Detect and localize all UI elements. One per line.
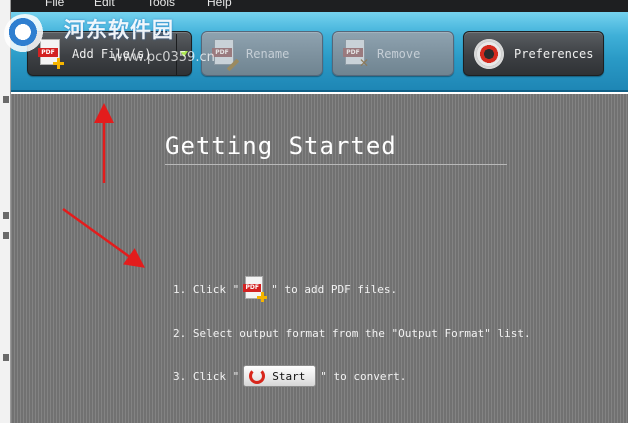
menu-help[interactable]: Help — [207, 0, 232, 9]
refresh-icon — [249, 368, 266, 384]
start-label: Start — [272, 369, 306, 383]
step-2-text: 2. Select output format from the "Output… — [173, 327, 531, 340]
preferences-label: Preferences — [514, 46, 594, 61]
remove-label: Remove — [377, 46, 421, 61]
menu-bar: File Edit Tools Help — [11, 0, 628, 12]
step-1-prefix: 1. Click " — [173, 282, 240, 296]
getting-started-title: Getting Started — [165, 132, 397, 160]
menu-tools[interactable]: Tools — [147, 0, 175, 9]
background-window-mark — [3, 96, 9, 103]
step-3: 3. Click " Start " to convert. — [173, 365, 406, 387]
step-1-suffix: " to add PDF files. — [271, 282, 398, 296]
background-window-edge — [0, 0, 11, 423]
menu-edit[interactable]: Edit — [94, 0, 115, 9]
title-divider — [165, 164, 507, 165]
step-2: 2. Select output format from the "Output… — [173, 327, 531, 340]
background-window-mark — [3, 354, 9, 361]
start-button-sample: Start — [243, 365, 317, 387]
watermark-logo-icon — [4, 14, 46, 54]
background-window-mark — [3, 232, 9, 239]
pdf-rename-icon: PDF — [212, 38, 240, 71]
watermark-url: www.pc0359.cn — [112, 50, 215, 65]
gear-icon — [474, 38, 504, 69]
rename-label: Rename — [246, 46, 290, 61]
step-3-prefix: 3. Click " — [173, 369, 240, 383]
remove-button[interactable]: PDF ✕ Remove — [332, 31, 454, 76]
rename-button[interactable]: PDF Rename — [201, 31, 323, 76]
step-3-suffix: " to convert. — [320, 369, 407, 383]
step-1: 1. Click " PDF " to add PDF files. — [173, 276, 397, 302]
preferences-button[interactable]: Preferences — [463, 31, 604, 76]
background-window-mark — [3, 212, 9, 219]
pdf-add-icon: PDF — [243, 276, 268, 302]
pdf-remove-icon: PDF ✕ — [343, 38, 369, 69]
menu-file[interactable]: File — [45, 0, 64, 9]
watermark-title: 河东软件园 — [64, 18, 174, 42]
